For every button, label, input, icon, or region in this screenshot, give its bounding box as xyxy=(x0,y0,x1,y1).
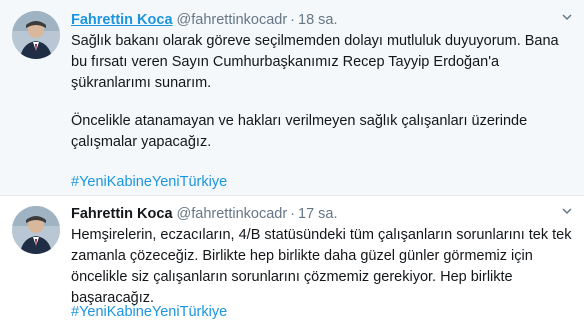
profile-photo-icon xyxy=(12,11,60,59)
chevron-down-icon[interactable] xyxy=(562,206,572,216)
tweet-text-paragraph: Sağlık bakanı olarak göreve seçilmemden … xyxy=(71,33,559,91)
display-name[interactable]: Fahrettin Koca xyxy=(71,206,173,222)
profile-photo-icon xyxy=(12,206,60,254)
separator-dot: · xyxy=(290,206,295,222)
avatar[interactable] xyxy=(12,206,60,254)
tweet-text-paragraph: Hemşirelerin, eczacıların, 4/B statüsünd… xyxy=(71,227,572,306)
tweet-text-paragraph: Öncelikle atanamayan ve hakları verilmey… xyxy=(71,113,528,150)
hashtag-link[interactable]: #YeniKabineYeniTürkiye xyxy=(71,302,227,322)
tweet[interactable]: Fahrettin Koca @fahrettinkocadr · 18 sa. Sa… xyxy=(0,0,584,196)
tweet-header: Fahrettin Koca @fahrettinkocadr · 18 sa. xyxy=(71,11,554,29)
handle[interactable]: @fahrettinkocadr xyxy=(177,206,288,222)
tweet[interactable]: Fahrettin Koca @fahrettinkocadr · 17 sa. He… xyxy=(0,196,584,333)
avatar[interactable] xyxy=(12,11,60,59)
display-name[interactable]: Fahrettin Koca xyxy=(71,12,173,28)
handle[interactable]: @fahrettinkocadr xyxy=(177,12,288,28)
timestamp[interactable]: 18 sa. xyxy=(298,12,338,28)
separator-dot: · xyxy=(290,12,295,28)
tweet-header: Fahrettin Koca @fahrettinkocadr · 17 sa. xyxy=(71,205,554,223)
hashtag-link[interactable]: #YeniKabineYeniTürkiye xyxy=(71,172,227,192)
timestamp[interactable]: 17 sa. xyxy=(298,206,338,222)
chevron-down-icon[interactable] xyxy=(562,12,572,22)
